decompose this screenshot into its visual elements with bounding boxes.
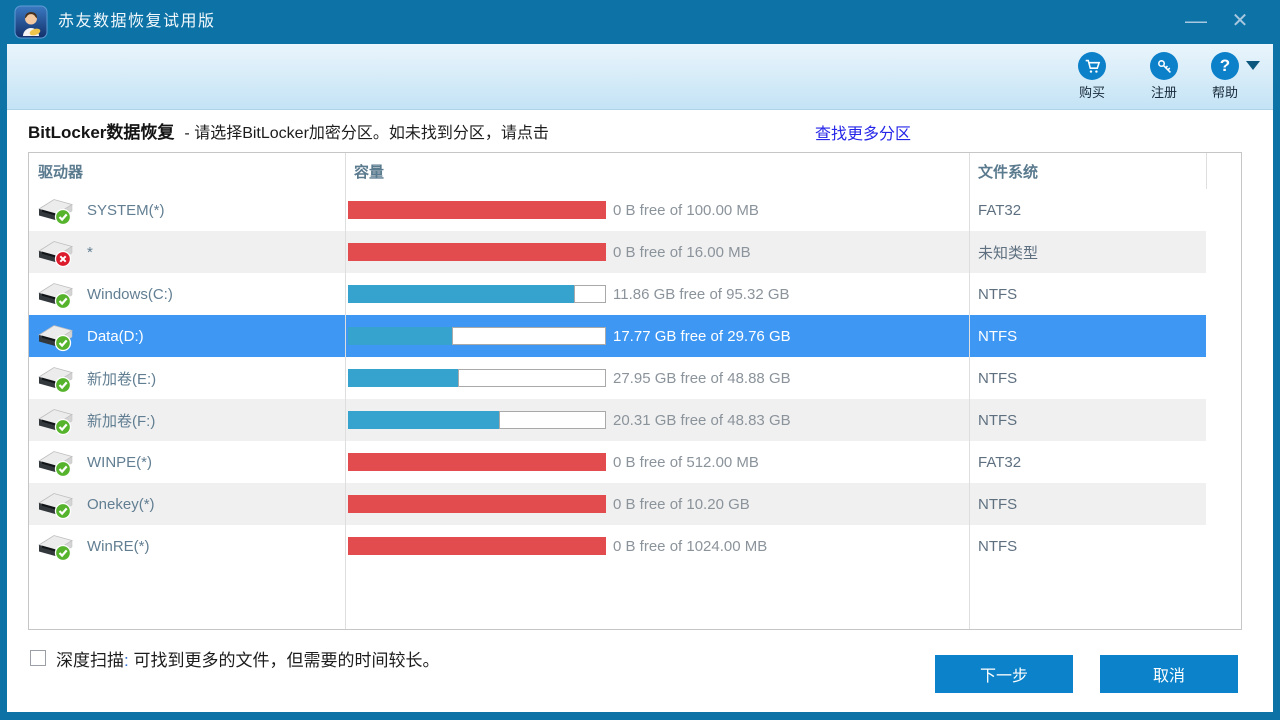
deep-scan-checkbox[interactable] bbox=[30, 650, 46, 666]
filesystem-text: NTFS bbox=[978, 370, 1017, 387]
drive-icon bbox=[37, 362, 75, 394]
column-divider-3 bbox=[1206, 153, 1207, 189]
drive-name: WinRE(*) bbox=[87, 538, 150, 555]
find-more-partitions-link[interactable]: 查找更多分区 bbox=[815, 120, 911, 144]
capacity-text: 0 B free of 16.00 MB bbox=[613, 244, 751, 261]
capacity-bar bbox=[348, 453, 606, 471]
register-label: 注册 bbox=[1135, 82, 1193, 101]
drive-name: * bbox=[87, 244, 93, 261]
drive-name: SYSTEM(*) bbox=[87, 202, 165, 219]
capacity-text: 0 B free of 10.20 GB bbox=[613, 496, 750, 513]
question-icon: ? bbox=[1211, 52, 1239, 80]
capacity-bar bbox=[348, 327, 606, 345]
filesystem-text: FAT32 bbox=[978, 454, 1021, 471]
filesystem-text: NTFS bbox=[978, 496, 1017, 513]
window-title: 赤友数据恢复试用版 bbox=[58, 0, 216, 44]
table-row[interactable]: SYSTEM(*) 0 B free of 100.00 MB FAT32 bbox=[29, 189, 1206, 231]
capacity-text: 11.86 GB free of 95.32 GB bbox=[613, 286, 790, 303]
app-window: 赤友数据恢复试用版 — ✕ 购买 注册 bbox=[0, 0, 1280, 720]
minimize-button[interactable]: — bbox=[1174, 0, 1218, 44]
table-row[interactable]: * 0 B free of 16.00 MB 未知类型 bbox=[29, 231, 1206, 273]
buy-label: 购买 bbox=[1063, 82, 1121, 101]
page-subtitle: - 请选择BitLocker加密分区。如未找到分区，请点击 bbox=[184, 125, 548, 142]
drive-name: Onekey(*) bbox=[87, 496, 155, 513]
column-header-filesystem[interactable]: 文件系统 bbox=[969, 161, 1205, 182]
table-row[interactable]: Windows(C:) 11.86 GB free of 95.32 GB NT… bbox=[29, 273, 1206, 315]
drive-icon bbox=[37, 236, 75, 268]
drive-icon bbox=[37, 530, 75, 562]
capacity-text: 0 B free of 1024.00 MB bbox=[613, 538, 767, 555]
filesystem-text: 未知类型 bbox=[978, 242, 1038, 263]
app-icon bbox=[14, 5, 48, 39]
partition-table: 驱动器 容量 文件系统 SYSTEM(*) 0 B free of 100.00… bbox=[28, 152, 1242, 630]
capacity-text: 20.31 GB free of 48.83 GB bbox=[613, 412, 791, 429]
table-row[interactable]: 新加卷(F:) 20.31 GB free of 48.83 GB NTFS bbox=[29, 399, 1206, 441]
cancel-button[interactable]: 取消 bbox=[1100, 655, 1238, 693]
drive-name: Windows(C:) bbox=[87, 286, 173, 303]
deep-scan-label: 深度扫描: 可找到更多的文件，但需要的时间较长。 bbox=[56, 646, 439, 671]
title-bar[interactable]: 赤友数据恢复试用版 — ✕ bbox=[0, 0, 1280, 44]
close-button[interactable]: ✕ bbox=[1218, 0, 1262, 44]
table-body: SYSTEM(*) 0 B free of 100.00 MB FAT32 * … bbox=[29, 189, 1241, 567]
filesystem-text: NTFS bbox=[978, 538, 1017, 555]
capacity-bar bbox=[348, 285, 606, 303]
capacity-text: 0 B free of 100.00 MB bbox=[613, 202, 759, 219]
next-button[interactable]: 下一步 bbox=[935, 655, 1073, 693]
drive-name: WINPE(*) bbox=[87, 454, 152, 471]
chevron-down-icon bbox=[1246, 61, 1260, 70]
table-header: 驱动器 容量 文件系统 bbox=[29, 153, 1241, 189]
drive-icon bbox=[37, 404, 75, 436]
filesystem-text: FAT32 bbox=[978, 202, 1021, 219]
capacity-bar bbox=[348, 537, 606, 555]
cart-icon bbox=[1078, 52, 1106, 80]
register-button[interactable]: 注册 bbox=[1135, 52, 1193, 101]
drive-name: Data(D:) bbox=[87, 328, 144, 345]
drive-icon bbox=[37, 446, 75, 478]
table-row[interactable]: 新加卷(E:) 27.95 GB free of 48.88 GB NTFS bbox=[29, 357, 1206, 399]
buy-button[interactable]: 购买 bbox=[1063, 52, 1121, 101]
table-row[interactable]: WINPE(*) 0 B free of 512.00 MB FAT32 bbox=[29, 441, 1206, 483]
drive-name: 新加卷(F:) bbox=[87, 410, 155, 431]
capacity-bar bbox=[348, 201, 606, 219]
drive-name: 新加卷(E:) bbox=[87, 368, 156, 389]
filesystem-text: NTFS bbox=[978, 286, 1017, 303]
capacity-bar bbox=[348, 369, 606, 387]
drive-icon bbox=[37, 488, 75, 520]
table-row[interactable]: WinRE(*) 0 B free of 1024.00 MB NTFS bbox=[29, 525, 1206, 567]
page-title-line: BitLocker数据恢复 - 请选择BitLocker加密分区。如未找到分区，请… bbox=[28, 118, 549, 146]
column-header-capacity[interactable]: 容量 bbox=[345, 161, 969, 182]
help-button[interactable]: ? 帮助 bbox=[1196, 52, 1254, 101]
table-row[interactable]: Data(D:) 17.77 GB free of 29.76 GB NTFS bbox=[29, 315, 1206, 357]
column-header-drive[interactable]: 驱动器 bbox=[29, 161, 345, 182]
window-border-bottom bbox=[0, 712, 1280, 720]
page-title: BitLocker数据恢复 bbox=[28, 123, 174, 142]
drive-icon bbox=[37, 320, 75, 352]
drive-icon bbox=[37, 194, 75, 226]
help-label: 帮助 bbox=[1196, 82, 1254, 101]
capacity-text: 27.95 GB free of 48.88 GB bbox=[613, 370, 791, 387]
filesystem-text: NTFS bbox=[978, 328, 1017, 345]
capacity-bar bbox=[348, 243, 606, 261]
toolbar: 购买 注册 ? 帮助 bbox=[7, 44, 1273, 110]
column-divider-1 bbox=[345, 153, 346, 629]
filesystem-text: NTFS bbox=[978, 412, 1017, 429]
table-row[interactable]: Onekey(*) 0 B free of 10.20 GB NTFS bbox=[29, 483, 1206, 525]
drive-icon bbox=[37, 278, 75, 310]
window-border-left bbox=[0, 0, 7, 720]
column-divider-2 bbox=[969, 153, 970, 629]
capacity-text: 17.77 GB free of 29.76 GB bbox=[613, 328, 791, 345]
capacity-bar bbox=[348, 495, 606, 513]
window-border-right bbox=[1273, 0, 1280, 720]
capacity-bar bbox=[348, 411, 606, 429]
capacity-text: 0 B free of 512.00 MB bbox=[613, 454, 759, 471]
key-icon bbox=[1150, 52, 1178, 80]
